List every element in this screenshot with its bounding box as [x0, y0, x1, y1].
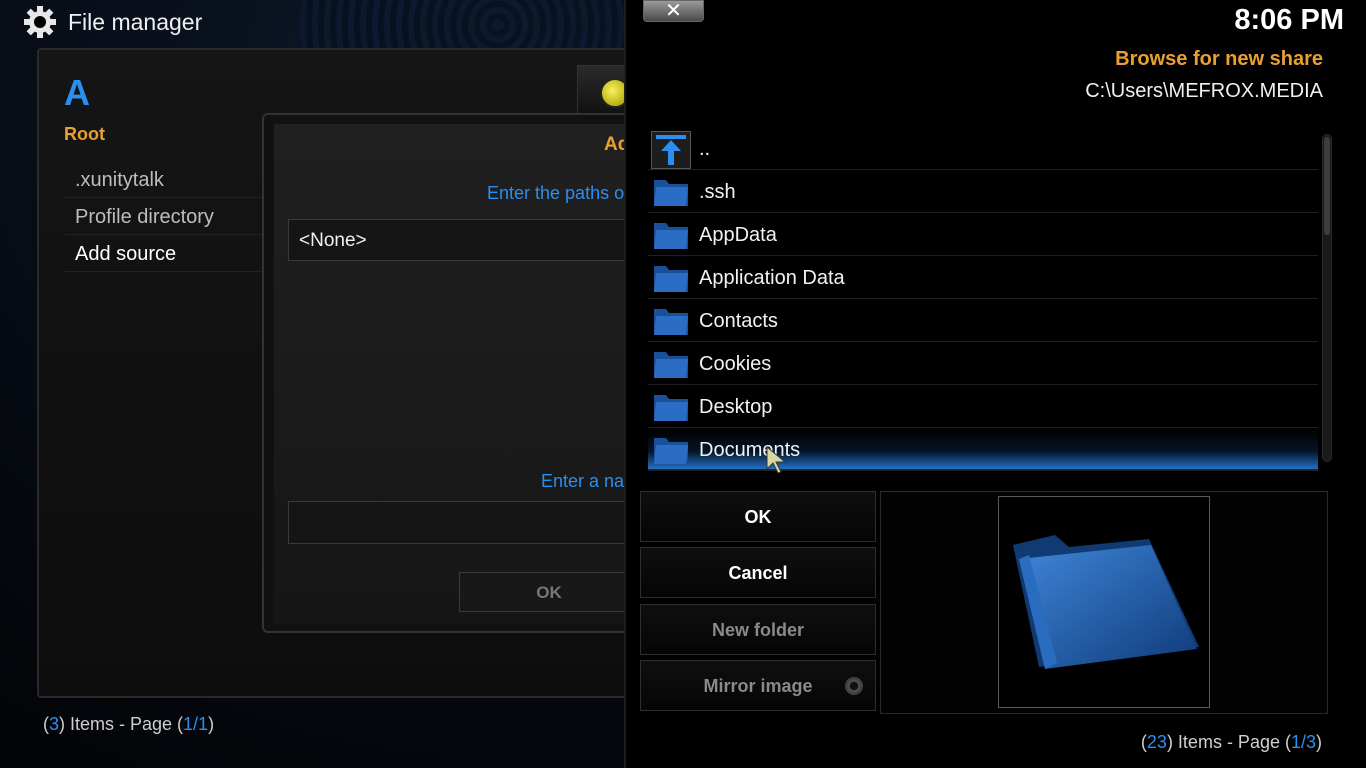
browse-title: Browse for new share — [1115, 48, 1323, 70]
panel-letter: A — [64, 72, 90, 113]
folder-icon — [654, 266, 688, 292]
source-path-field[interactable]: <None> — [288, 219, 638, 261]
folder-row[interactable]: Desktop — [648, 386, 1318, 428]
large-folder-icon — [1013, 535, 1199, 669]
file-name: Cookies — [699, 353, 772, 375]
list-item[interactable]: Profile directory — [65, 199, 265, 235]
paths-prompt: Enter the paths or — [487, 183, 631, 203]
file-name: .. — [699, 138, 711, 160]
mirror-image-toggle[interactable]: Mirror image — [640, 660, 876, 711]
folder-row[interactable]: Cookies — [648, 343, 1318, 385]
file-name: Contacts — [699, 310, 778, 332]
parent-folder-row[interactable]: .. — [648, 128, 1318, 170]
dialog-ok-button[interactable]: OK — [459, 572, 639, 612]
up-arrow-icon — [651, 131, 691, 169]
current-path: C:\Users\MEFROX.MEDIA — [1085, 80, 1323, 102]
close-button[interactable]: ✕ — [643, 0, 704, 22]
radio-indicator-icon — [845, 677, 863, 695]
folder-row[interactable]: Application Data — [648, 257, 1318, 299]
left-item-count: (3) Items - Page (1/1) — [43, 714, 215, 734]
name-prompt: Enter a na — [541, 471, 625, 491]
list-item[interactable]: .xunitytalk — [65, 162, 265, 198]
folder-icon — [654, 352, 688, 378]
file-list: .. .ssh AppData Application Data Contact… — [648, 128, 1318, 472]
file-name: AppData — [699, 224, 777, 246]
ok-button[interactable]: OK — [640, 491, 876, 542]
file-name: Application Data — [699, 267, 845, 289]
file-name: .ssh — [699, 181, 736, 203]
folder-row[interactable]: Contacts — [648, 300, 1318, 342]
scrollbar-thumb[interactable] — [1324, 137, 1330, 235]
cancel-button[interactable]: Cancel — [640, 547, 876, 598]
root-label: Root — [64, 124, 105, 144]
folder-row[interactable]: .ssh — [648, 171, 1318, 213]
folder-icon — [654, 438, 688, 464]
folder-row[interactable]: AppData — [648, 214, 1318, 256]
folder-icon — [654, 180, 688, 206]
folder-icon — [654, 395, 688, 421]
folder-icon — [654, 223, 688, 249]
folder-row-selected[interactable]: Documents — [648, 429, 1318, 471]
mouse-cursor-icon — [766, 445, 787, 474]
app-title: File manager — [68, 8, 203, 35]
list-item[interactable]: Add source — [65, 236, 265, 272]
file-list-scrollbar[interactable] — [1322, 134, 1332, 462]
new-folder-button[interactable]: New folder — [640, 604, 876, 655]
app-header: File manager — [22, 4, 202, 40]
folder-icon — [654, 309, 688, 335]
background-pattern — [300, 0, 630, 50]
browse-item-count: (23) Items - Page (1/3) — [1140, 732, 1322, 752]
clock: 8:06 PM — [1234, 4, 1344, 36]
gear-icon — [24, 6, 56, 38]
source-name-field[interactable] — [288, 501, 638, 544]
file-name: Desktop — [699, 396, 773, 418]
folder-preview — [998, 496, 1210, 708]
